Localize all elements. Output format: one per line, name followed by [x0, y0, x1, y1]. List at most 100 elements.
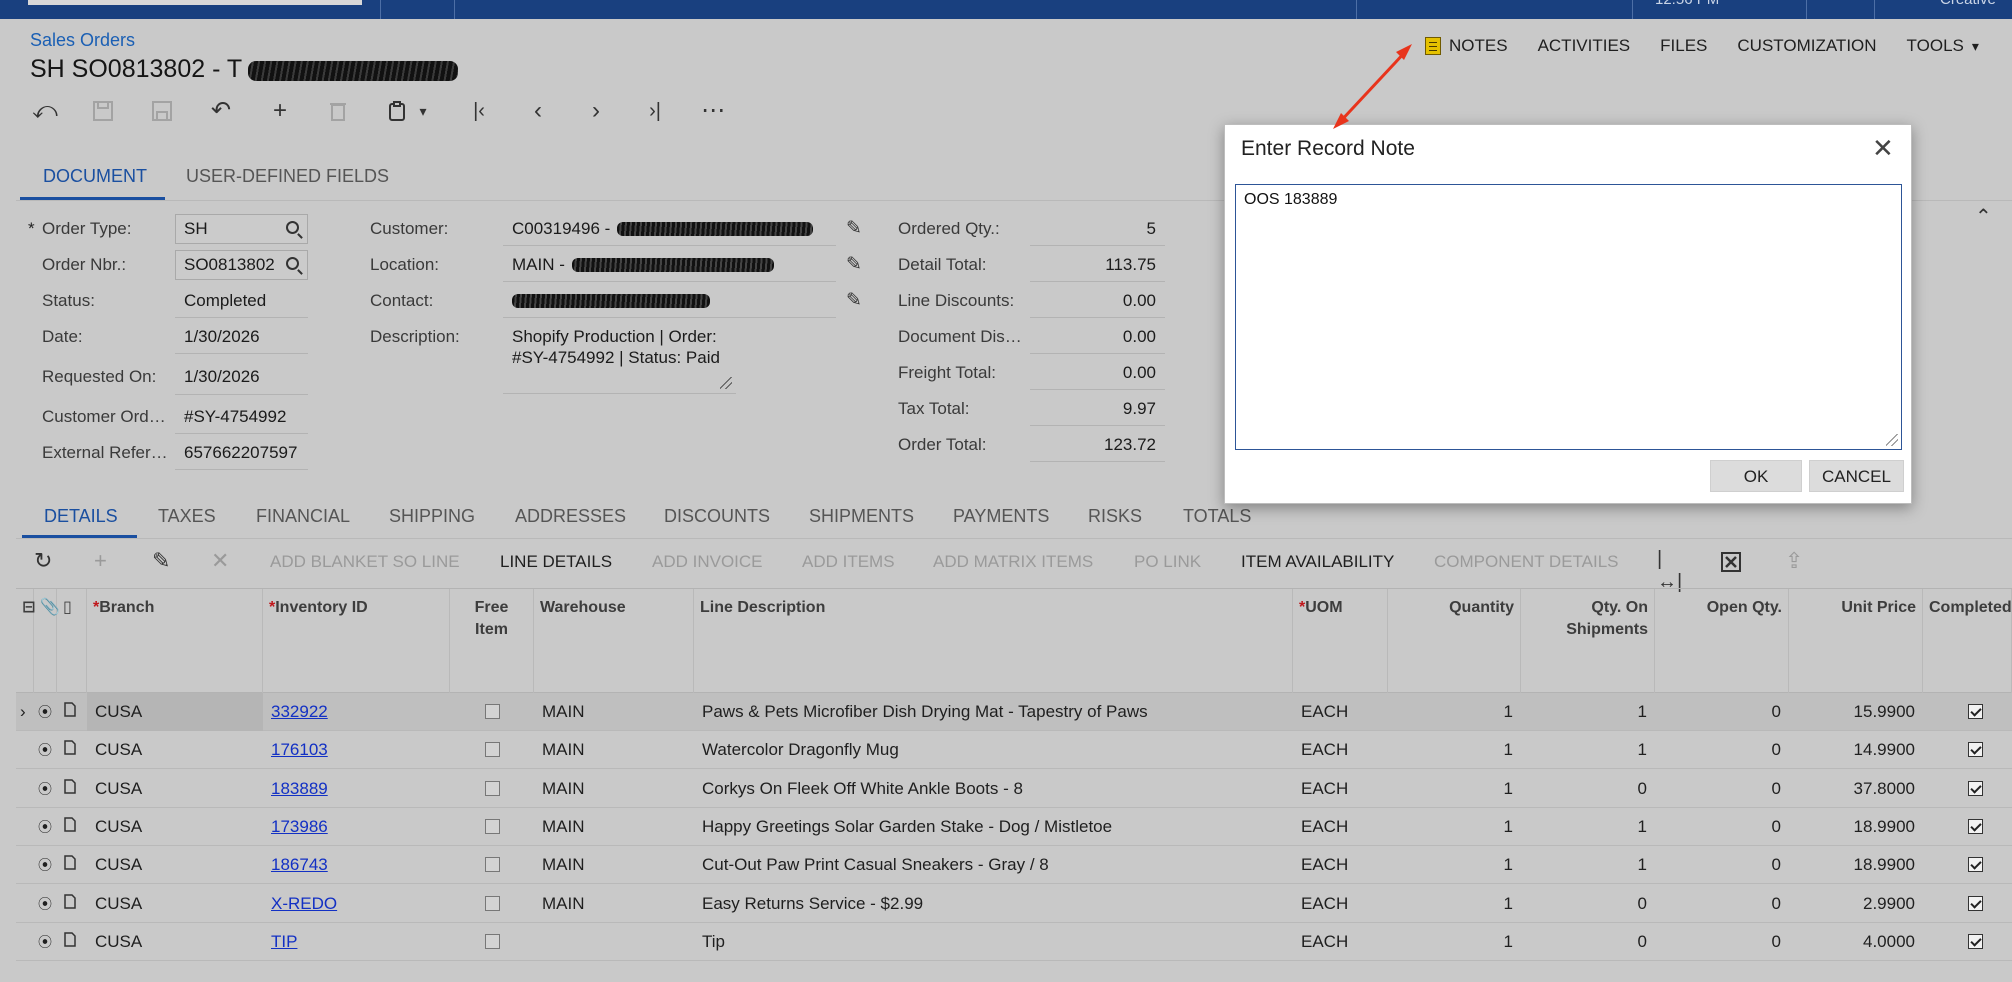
cell-branch[interactable]: CUSA: [87, 885, 263, 923]
cell-unit-price[interactable]: 2.9900: [1789, 885, 1923, 923]
edit-icon[interactable]: ✎: [152, 548, 170, 574]
cell-description[interactable]: Paws & Pets Microfiber Dish Drying Mat -…: [694, 693, 1293, 731]
table-row[interactable]: ⦿ CUSA 183889 MAIN Corkys On Fleek Off White…: [16, 770, 2012, 808]
completed-checkbox[interactable]: [1968, 780, 1983, 796]
add-matrix-items-button[interactable]: ADD MATRIX ITEMS: [933, 552, 1093, 572]
item-availability-button[interactable]: ITEM AVAILABILITY: [1241, 552, 1394, 572]
note-icon[interactable]: [60, 846, 87, 884]
delete-row-icon[interactable]: ✕: [211, 548, 229, 574]
inventory-id-link[interactable]: 186743: [271, 855, 328, 874]
cell-unit-price[interactable]: 15.9900: [1789, 693, 1923, 731]
note-icon[interactable]: [60, 731, 87, 769]
free-item-checkbox[interactable]: [485, 704, 500, 719]
column-header-uom[interactable]: *UOM: [1293, 589, 1388, 694]
free-item-checkbox[interactable]: [485, 895, 500, 911]
cell-open-qty[interactable]: 0: [1655, 693, 1789, 731]
tab-addresses[interactable]: ADDRESSES: [515, 506, 626, 527]
ok-button[interactable]: OK: [1710, 460, 1802, 492]
cell-description[interactable]: Easy Returns Service - $2.99: [694, 885, 1293, 923]
edit-icon[interactable]: ✎: [846, 217, 862, 240]
note-textarea[interactable]: OOS 183889: [1235, 184, 1902, 450]
completed-checkbox[interactable]: [1968, 933, 1983, 949]
cancel-icon[interactable]: ↶: [206, 96, 236, 126]
description-textarea[interactable]: Shopify Production | Order: #SY-4754992 …: [503, 322, 736, 394]
cell-quantity[interactable]: 1: [1388, 923, 1521, 961]
free-item-checkbox[interactable]: [485, 742, 500, 758]
global-search-input[interactable]: [28, 0, 362, 5]
cell-open-qty[interactable]: 0: [1655, 846, 1789, 884]
grid-settings-icon[interactable]: ⊟: [16, 589, 35, 694]
row-expand-icon[interactable]: ›: [16, 693, 34, 731]
resize-grip-icon[interactable]: [720, 377, 732, 389]
note-icon[interactable]: [60, 923, 87, 961]
breadcrumb-sales-orders[interactable]: Sales Orders: [30, 30, 135, 51]
cell-qty-on-shipments[interactable]: 1: [1521, 808, 1655, 846]
completed-checkbox[interactable]: [1968, 742, 1983, 758]
cell-inventory-id[interactable]: 186743: [263, 846, 450, 884]
tab-payments[interactable]: PAYMENTS: [953, 506, 1049, 527]
cell-warehouse[interactable]: MAIN: [534, 808, 694, 846]
cell-warehouse[interactable]: MAIN: [534, 731, 694, 769]
cell-branch[interactable]: CUSA: [87, 693, 263, 731]
attachment-icon[interactable]: ⦿: [34, 923, 57, 961]
export-excel-icon[interactable]: [1721, 548, 1741, 578]
cell-uom[interactable]: EACH: [1293, 808, 1388, 846]
chevron-down-icon[interactable]: ▾: [408, 96, 438, 126]
edit-icon[interactable]: ✎: [846, 289, 862, 312]
cell-inventory-id[interactable]: X-REDO: [263, 885, 450, 923]
add-invoice-button[interactable]: ADD INVOICE: [652, 552, 763, 572]
search-icon[interactable]: [286, 221, 299, 234]
component-details-button[interactable]: COMPONENT DETAILS: [1434, 552, 1619, 572]
tab-financial[interactable]: FINANCIAL: [256, 506, 350, 527]
tab-totals[interactable]: TOTALS: [1183, 506, 1251, 527]
note-icon[interactable]: [60, 808, 87, 846]
cell-description[interactable]: Cut-Out Paw Print Casual Sneakers - Gray…: [694, 846, 1293, 884]
tab-taxes[interactable]: TAXES: [158, 506, 216, 527]
cell-branch[interactable]: CUSA: [87, 923, 263, 961]
external-ref-value[interactable]: 657662207597: [184, 443, 297, 463]
completed-checkbox[interactable]: [1968, 895, 1983, 911]
cell-qty-on-shipments[interactable]: 1: [1521, 846, 1655, 884]
cell-inventory-id[interactable]: 183889: [263, 770, 450, 808]
completed-checkbox[interactable]: [1968, 818, 1983, 834]
files-link[interactable]: FILES: [1660, 34, 1707, 58]
previous-record-icon[interactable]: ‹: [523, 96, 553, 126]
undo-back-icon[interactable]: ⤺: [30, 96, 60, 126]
cell-inventory-id[interactable]: 173986: [263, 808, 450, 846]
cell-quantity[interactable]: 1: [1388, 885, 1521, 923]
save-close-icon[interactable]: [88, 96, 118, 126]
close-icon[interactable]: ✕: [1872, 135, 1894, 161]
edit-icon[interactable]: ✎: [846, 253, 862, 276]
refresh-icon[interactable]: ↻: [34, 548, 52, 574]
cell-inventory-id[interactable]: 176103: [263, 731, 450, 769]
attachment-icon[interactable]: ⦿: [34, 770, 57, 808]
cell-uom[interactable]: EACH: [1293, 923, 1388, 961]
more-icon[interactable]: ⋯: [698, 96, 728, 126]
cell-quantity[interactable]: 1: [1388, 693, 1521, 731]
cell-warehouse[interactable]: MAIN: [534, 770, 694, 808]
attachment-icon[interactable]: ⦿: [34, 693, 57, 731]
table-row[interactable]: ⦿ CUSA 176103 MAIN Watercolor Dragonfly Mug E…: [16, 731, 2012, 770]
column-header-unit-price[interactable]: Unit Price: [1789, 589, 1923, 694]
tab-document[interactable]: DOCUMENT: [43, 166, 147, 187]
cell-unit-price[interactable]: 37.8000: [1789, 770, 1923, 808]
cell-warehouse[interactable]: MAIN: [534, 846, 694, 884]
inventory-id-link[interactable]: TIP: [271, 932, 297, 951]
cell-branch[interactable]: CUSA: [87, 846, 263, 884]
inventory-id-link[interactable]: 173986: [271, 817, 328, 836]
free-item-checkbox[interactable]: [485, 780, 500, 796]
cell-open-qty[interactable]: 0: [1655, 923, 1789, 961]
cell-qty-on-shipments[interactable]: 0: [1521, 923, 1655, 961]
table-row[interactable]: ⦿ CUSA TIP Tip EACH 1 0 0 4.0000: [16, 923, 2012, 961]
cell-warehouse[interactable]: MAIN: [534, 693, 694, 731]
cell-qty-on-shipments[interactable]: 0: [1521, 885, 1655, 923]
delete-icon[interactable]: [323, 96, 353, 126]
cell-inventory-id[interactable]: TIP: [263, 923, 450, 961]
cell-description[interactable]: Watercolor Dragonfly Mug: [694, 731, 1293, 769]
save-icon[interactable]: [147, 96, 177, 126]
cancel-button[interactable]: CANCEL: [1809, 460, 1904, 492]
cell-uom[interactable]: EACH: [1293, 846, 1388, 884]
free-item-checkbox[interactable]: [485, 933, 500, 949]
notes-link[interactable]: NOTES: [1425, 34, 1508, 58]
first-record-icon[interactable]: |‹: [464, 96, 494, 126]
